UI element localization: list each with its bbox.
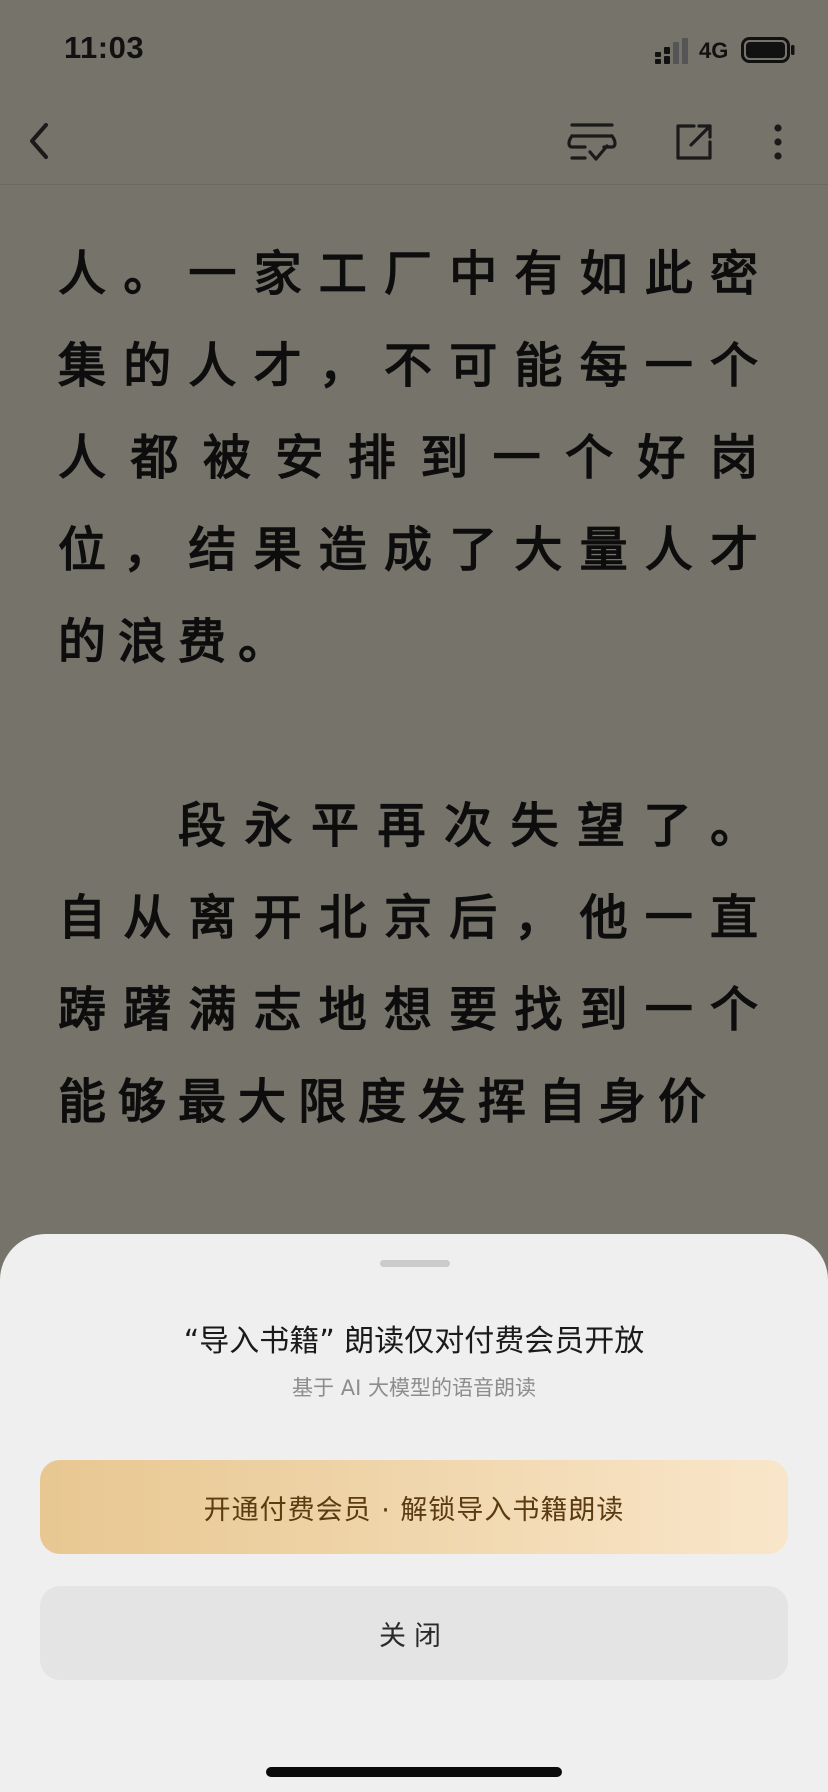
cellular-signal-icon (655, 38, 688, 64)
battery-icon (741, 37, 795, 63)
chevron-left-icon (30, 123, 48, 159)
status-time: 11:03 (64, 30, 145, 65)
voice-read-button[interactable] (562, 114, 622, 170)
home-indicator[interactable] (266, 1767, 562, 1777)
sheet-subtitle: 基于 AI 大模型的语音朗读 (292, 1376, 536, 1400)
unlock-membership-button[interactable]: 开通付费会员 · 解锁导入书籍朗读 (40, 1460, 788, 1554)
book-paragraph: 人。一家工厂中有如此密集的人才，不可能每一个人都被安排到一个好岗位，结果造成了大… (58, 246, 770, 670)
book-paragraph: 段永平再次失望了。自从离开北京后，他一直踌躇满志地想要找到一个能够最大限度发挥自… (58, 798, 770, 1130)
voice-read-icon (567, 123, 617, 161)
network-type: 4G (699, 38, 729, 63)
sheet-title: “导入书籍” 朗读仅对付费会员开放 (183, 1324, 645, 1359)
more-vertical-icon (774, 124, 782, 160)
share-button[interactable] (666, 114, 722, 170)
close-button[interactable]: 关闭 (40, 1586, 788, 1680)
more-button[interactable] (756, 114, 800, 170)
status-bar: 11:03 4G (0, 0, 828, 100)
share-icon (676, 124, 712, 160)
member-upgrade-sheet: “导入书籍” 朗读仅对付费会员开放 基于 AI 大模型的语音朗读 开通付费会员 … (0, 1234, 828, 1792)
sheet-grabber[interactable] (380, 1260, 450, 1267)
reader-content: 人。一家工厂中有如此密集的人才，不可能每一个人都被安排到一个好岗位，结果造成了大… (58, 228, 770, 1148)
reader-toolbar (0, 100, 828, 185)
back-button[interactable] (14, 116, 64, 166)
